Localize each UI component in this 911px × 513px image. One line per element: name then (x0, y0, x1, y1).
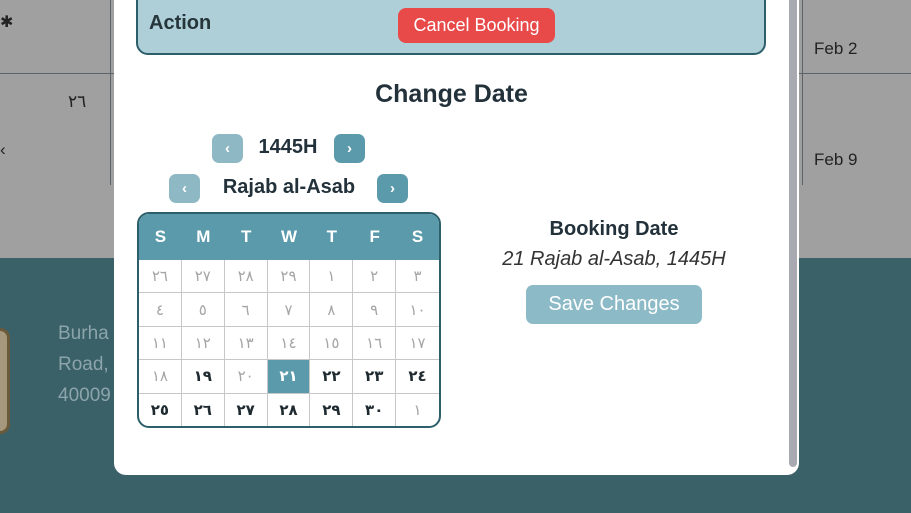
weekday-label: S (411, 227, 424, 246)
save-changes-button[interactable]: Save Changes (526, 285, 702, 324)
weekday-label: T (240, 227, 252, 246)
calendar-day[interactable]: ١ (396, 394, 439, 426)
month-label: Rajab al-Asab (222, 176, 356, 198)
calendar-day[interactable]: ١٢ (181, 326, 225, 361)
cancel-booking-button[interactable]: Cancel Booking (398, 8, 555, 43)
calendar-day[interactable]: ٢٠ (224, 360, 268, 394)
chevron-right-icon: › (390, 180, 395, 197)
prev-year-button[interactable]: ‹ (212, 134, 243, 163)
calendar-day[interactable]: ٨ (310, 293, 354, 327)
chevron-left-icon: ‹ (225, 140, 230, 157)
calendar-day[interactable]: ١٥ (310, 326, 354, 361)
calendar-day[interactable]: ٢٩ (310, 393, 354, 426)
calendar-day[interactable]: ٢٨ (268, 393, 311, 426)
prev-month-button[interactable]: ‹ (169, 174, 200, 203)
table-cell-date: Feb 9 (814, 150, 858, 169)
calendar-day[interactable]: ١ (310, 260, 354, 294)
action-label: Action (149, 12, 212, 34)
calendar-day[interactable]: ١٨ (139, 360, 182, 394)
calendar-day[interactable]: ١٧ (396, 327, 439, 361)
calendar-days: ٢٦ ٢٧ ٢٨ ٢٩ ١ ٢ ٣ ٤ ٥ ٦ ٧ ٨ ٩ ١٠ ١١ ١٢ ١٣ ١٤ ١٥ ١٦ ١٧ ١٨ ١٩ ٢٠ ٢… (139, 260, 439, 426)
change-date-title: Change Date (375, 80, 528, 108)
calendar-day[interactable]: ٢٥ (139, 393, 182, 426)
booking-date-label: Booking Date (549, 218, 679, 240)
calendar-day[interactable]: ١٠ (396, 293, 439, 327)
calendar-day[interactable]: ٢٦ (139, 260, 182, 294)
calendar-day[interactable]: ٥ (181, 293, 225, 327)
chevron-left-icon: ‹ (182, 180, 187, 197)
table-cell-arabic-date: ٢٦ (68, 92, 87, 112)
calendar-day[interactable]: ٢٦ (182, 393, 225, 426)
weekday-label: T (326, 227, 338, 246)
footer-address-line: Road, (58, 354, 109, 375)
table-column-divider (802, 0, 803, 185)
calendar-day[interactable]: ١٩ (181, 360, 225, 394)
year-label: 1445H (258, 136, 318, 158)
next-month-button[interactable]: › (377, 174, 408, 203)
calendar-day[interactable]: ١٣ (224, 326, 268, 361)
calendar-grid: S M T W T F S ٢٦ ٢٧ ٢٨ ٢٩ ١ ٢ ٣ ٤ ٥ ٦ ٧ ٨ ٩ ١٠ ١١ ١٢ ١٣ ١… (137, 212, 441, 428)
weekday-label: S (154, 227, 167, 246)
calendar-day[interactable]: ٦ (224, 293, 268, 327)
calendar-day[interactable]: ٧ (267, 293, 311, 327)
next-year-button[interactable]: › (334, 134, 365, 163)
calendar-day[interactable]: ١١ (139, 326, 182, 361)
modal-scrollbar[interactable] (789, 0, 797, 467)
table-star-icon: ✱ (0, 14, 14, 31)
calendar-day[interactable]: ٩ (353, 293, 397, 327)
calendar-day[interactable]: ٣٠ (353, 393, 397, 426)
weekday-label: W (280, 227, 298, 246)
weekday-label: F (369, 227, 380, 246)
calendar-day[interactable]: ٢٣ (353, 360, 397, 394)
calendar-day[interactable]: ٤ (139, 293, 182, 327)
calendar-day-selected[interactable]: ٢١ (267, 360, 311, 394)
footer-logo (0, 328, 10, 434)
calendar-day[interactable]: ٢ (353, 260, 397, 294)
calendar-day[interactable]: ٣ (396, 260, 439, 294)
calendar-day[interactable]: ٢٢ (310, 360, 354, 394)
table-arrow-icon: ‹ (0, 140, 6, 159)
calendar-day[interactable]: ٢٧ (181, 260, 225, 294)
table-column-divider (110, 0, 111, 185)
booking-date-value: 21 Rajab al-Asab, 1445H (502, 248, 726, 270)
weekday-header: S M T W T F S (139, 214, 439, 260)
calendar-day[interactable]: ١٤ (267, 326, 311, 361)
table-cell-date: Feb 2 (814, 39, 858, 58)
footer-address-line: 40009 (58, 385, 111, 406)
weekday-label: M (196, 227, 211, 246)
calendar-day[interactable]: ٢٤ (396, 360, 439, 394)
footer-address-line: Burha (58, 323, 109, 344)
calendar-day[interactable]: ٢٧ (225, 393, 268, 426)
calendar-day[interactable]: ٢٨ (224, 260, 268, 294)
calendar-day[interactable]: ١٦ (353, 326, 397, 361)
calendar-day[interactable]: ٢٩ (267, 260, 311, 294)
chevron-right-icon: › (347, 140, 352, 157)
